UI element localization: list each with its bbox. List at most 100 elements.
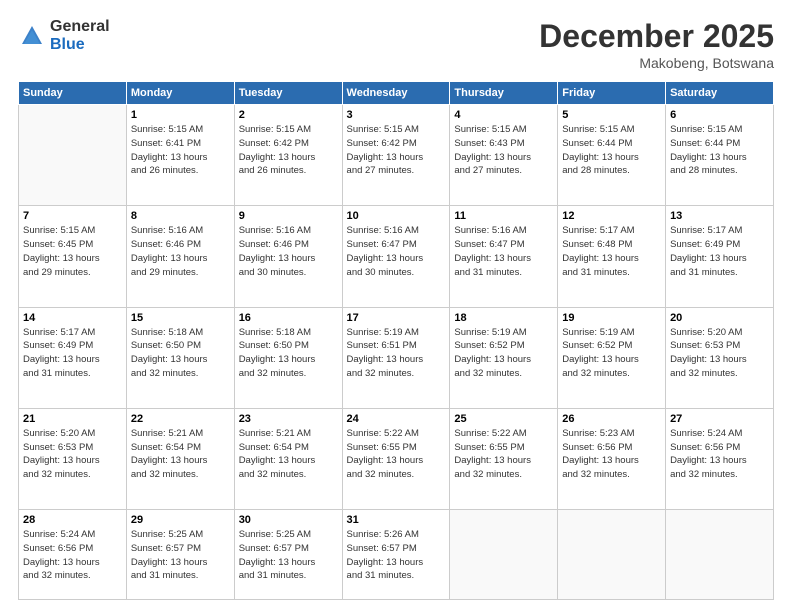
day-number: 2 [239, 109, 338, 121]
day-info: Sunrise: 5:26 AM Sunset: 6:57 PM Dayligh… [347, 528, 446, 583]
day-info: Sunrise: 5:16 AM Sunset: 6:46 PM Dayligh… [239, 224, 338, 279]
month-title: December 2025 [539, 18, 774, 55]
calendar-cell: 3 Sunrise: 5:15 AM Sunset: 6:42 PM Daylig… [342, 105, 450, 206]
day-info: Sunrise: 5:21 AM Sunset: 6:54 PM Dayligh… [239, 427, 338, 482]
day-info: Sunrise: 5:15 AM Sunset: 6:44 PM Dayligh… [562, 123, 661, 178]
day-number: 29 [131, 514, 230, 526]
calendar-cell: 21 Sunrise: 5:20 AM Sunset: 6:53 PM Dayli… [19, 408, 127, 509]
calendar-header: SundayMondayTuesdayWednesdayThursdayFrid… [19, 82, 774, 105]
calendar-cell: 1 Sunrise: 5:15 AM Sunset: 6:41 PM Daylig… [126, 105, 234, 206]
header-cell-thursday: Thursday [450, 82, 558, 105]
day-number: 13 [670, 210, 769, 222]
day-number: 9 [239, 210, 338, 222]
day-info: Sunrise: 5:15 AM Sunset: 6:45 PM Dayligh… [23, 224, 122, 279]
calendar-cell: 15 Sunrise: 5:18 AM Sunset: 6:50 PM Dayli… [126, 307, 234, 408]
day-number: 11 [454, 210, 553, 222]
day-number: 24 [347, 413, 446, 425]
day-info: Sunrise: 5:15 AM Sunset: 6:42 PM Dayligh… [347, 123, 446, 178]
day-info: Sunrise: 5:20 AM Sunset: 6:53 PM Dayligh… [670, 326, 769, 381]
day-info: Sunrise: 5:17 AM Sunset: 6:49 PM Dayligh… [23, 326, 122, 381]
header-cell-wednesday: Wednesday [342, 82, 450, 105]
day-number: 23 [239, 413, 338, 425]
calendar-cell: 8 Sunrise: 5:16 AM Sunset: 6:46 PM Daylig… [126, 206, 234, 307]
calendar-cell: 16 Sunrise: 5:18 AM Sunset: 6:50 PM Dayli… [234, 307, 342, 408]
day-number: 22 [131, 413, 230, 425]
header-cell-saturday: Saturday [666, 82, 774, 105]
header-row: SundayMondayTuesdayWednesdayThursdayFrid… [19, 82, 774, 105]
day-info: Sunrise: 5:19 AM Sunset: 6:52 PM Dayligh… [562, 326, 661, 381]
calendar-week-0: 1 Sunrise: 5:15 AM Sunset: 6:41 PM Daylig… [19, 105, 774, 206]
header-cell-sunday: Sunday [19, 82, 127, 105]
location: Makobeng, Botswana [539, 55, 774, 71]
calendar-week-2: 14 Sunrise: 5:17 AM Sunset: 6:49 PM Dayli… [19, 307, 774, 408]
day-info: Sunrise: 5:16 AM Sunset: 6:47 PM Dayligh… [454, 224, 553, 279]
calendar-cell: 9 Sunrise: 5:16 AM Sunset: 6:46 PM Daylig… [234, 206, 342, 307]
day-number: 8 [131, 210, 230, 222]
day-number: 1 [131, 109, 230, 121]
day-number: 31 [347, 514, 446, 526]
day-number: 16 [239, 312, 338, 324]
calendar-cell: 25 Sunrise: 5:22 AM Sunset: 6:55 PM Dayli… [450, 408, 558, 509]
calendar-cell: 11 Sunrise: 5:16 AM Sunset: 6:47 PM Dayli… [450, 206, 558, 307]
day-number: 15 [131, 312, 230, 324]
calendar-cell: 22 Sunrise: 5:21 AM Sunset: 6:54 PM Dayli… [126, 408, 234, 509]
day-number: 28 [23, 514, 122, 526]
calendar-cell: 28Sunrise: 5:24 AM Sunset: 6:56 PM Dayli… [19, 510, 127, 600]
day-info: Sunrise: 5:15 AM Sunset: 6:42 PM Dayligh… [239, 123, 338, 178]
day-info: Sunrise: 5:21 AM Sunset: 6:54 PM Dayligh… [131, 427, 230, 482]
calendar-table: SundayMondayTuesdayWednesdayThursdayFrid… [18, 81, 774, 600]
day-number: 10 [347, 210, 446, 222]
logo: General Blue [18, 18, 110, 53]
day-number: 6 [670, 109, 769, 121]
calendar-cell: 13 Sunrise: 5:17 AM Sunset: 6:49 PM Dayli… [666, 206, 774, 307]
header: General Blue December 2025 Makobeng, Bot… [18, 18, 774, 71]
day-info: Sunrise: 5:16 AM Sunset: 6:46 PM Dayligh… [131, 224, 230, 279]
logo-blue: Blue [50, 36, 110, 54]
day-number: 17 [347, 312, 446, 324]
calendar-cell: 27Sunrise: 5:24 AM Sunset: 6:56 PM Dayli… [666, 408, 774, 509]
day-info: Sunrise: 5:25 AM Sunset: 6:57 PM Dayligh… [131, 528, 230, 583]
day-number: 7 [23, 210, 122, 222]
calendar-cell [558, 510, 666, 600]
calendar-body: 1 Sunrise: 5:15 AM Sunset: 6:41 PM Daylig… [19, 105, 774, 600]
day-info: Sunrise: 5:20 AM Sunset: 6:53 PM Dayligh… [23, 427, 122, 482]
day-info: Sunrise: 5:17 AM Sunset: 6:49 PM Dayligh… [670, 224, 769, 279]
calendar-cell [666, 510, 774, 600]
day-number: 14 [23, 312, 122, 324]
title-block: December 2025 Makobeng, Botswana [539, 18, 774, 71]
calendar-cell: 2 Sunrise: 5:15 AM Sunset: 6:42 PM Daylig… [234, 105, 342, 206]
day-number: 25 [454, 413, 553, 425]
day-info: Sunrise: 5:19 AM Sunset: 6:51 PM Dayligh… [347, 326, 446, 381]
day-info: Sunrise: 5:15 AM Sunset: 6:41 PM Dayligh… [131, 123, 230, 178]
calendar-week-3: 21 Sunrise: 5:20 AM Sunset: 6:53 PM Dayli… [19, 408, 774, 509]
day-info: Sunrise: 5:16 AM Sunset: 6:47 PM Dayligh… [347, 224, 446, 279]
day-info: Sunrise: 5:18 AM Sunset: 6:50 PM Dayligh… [239, 326, 338, 381]
day-number: 21 [23, 413, 122, 425]
calendar-cell: 29 Sunrise: 5:25 AM Sunset: 6:57 PM Dayli… [126, 510, 234, 600]
day-info: Sunrise: 5:22 AM Sunset: 6:55 PM Dayligh… [454, 427, 553, 482]
page: General Blue December 2025 Makobeng, Bot… [0, 0, 792, 612]
day-info: Sunrise: 5:25 AM Sunset: 6:57 PM Dayligh… [239, 528, 338, 583]
logo-general: General [50, 18, 110, 36]
calendar-cell: 31 Sunrise: 5:26 AM Sunset: 6:57 PM Dayli… [342, 510, 450, 600]
logo-text: General Blue [50, 18, 110, 53]
calendar-cell: 30Sunrise: 5:25 AM Sunset: 6:57 PM Dayli… [234, 510, 342, 600]
day-info: Sunrise: 5:18 AM Sunset: 6:50 PM Dayligh… [131, 326, 230, 381]
day-number: 18 [454, 312, 553, 324]
day-number: 3 [347, 109, 446, 121]
day-number: 12 [562, 210, 661, 222]
calendar-cell: 14 Sunrise: 5:17 AM Sunset: 6:49 PM Dayli… [19, 307, 127, 408]
calendar-cell: 5 Sunrise: 5:15 AM Sunset: 6:44 PM Daylig… [558, 105, 666, 206]
calendar-cell [450, 510, 558, 600]
calendar-cell: 17 Sunrise: 5:19 AM Sunset: 6:51 PM Dayli… [342, 307, 450, 408]
day-info: Sunrise: 5:17 AM Sunset: 6:48 PM Dayligh… [562, 224, 661, 279]
calendar-week-1: 7 Sunrise: 5:15 AM Sunset: 6:45 PM Daylig… [19, 206, 774, 307]
calendar-week-4: 28Sunrise: 5:24 AM Sunset: 6:56 PM Dayli… [19, 510, 774, 600]
calendar-cell: 6Sunrise: 5:15 AM Sunset: 6:44 PM Daylig… [666, 105, 774, 206]
day-number: 5 [562, 109, 661, 121]
logo-icon [18, 22, 46, 50]
day-info: Sunrise: 5:23 AM Sunset: 6:56 PM Dayligh… [562, 427, 661, 482]
calendar-cell: 19Sunrise: 5:19 AM Sunset: 6:52 PM Dayli… [558, 307, 666, 408]
header-cell-monday: Monday [126, 82, 234, 105]
calendar-cell: 4Sunrise: 5:15 AM Sunset: 6:43 PM Daylig… [450, 105, 558, 206]
